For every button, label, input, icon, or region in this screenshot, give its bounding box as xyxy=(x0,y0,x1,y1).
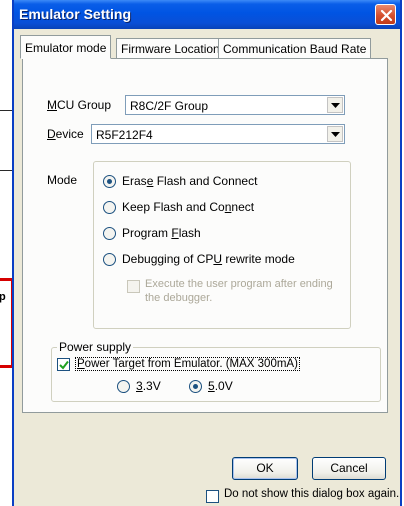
dont-show-again-checkbox[interactable] xyxy=(206,490,219,503)
device-select[interactable]: R5F212F4 xyxy=(91,124,345,144)
radio-button[interactable] xyxy=(103,253,116,266)
tab-label: Communication Baud Rate xyxy=(223,42,367,56)
device-label: Device xyxy=(47,127,84,141)
radio-label: Program Flash xyxy=(122,226,201,240)
execute-after-debug-label: Execute the user program after ending xyxy=(145,278,333,290)
radio-label: Debugging of CPU rewrite mode xyxy=(122,252,295,266)
emulator-setting-dialog: Emulator Setting Emulator mode Firmware … xyxy=(12,0,402,506)
mode-label: Mode xyxy=(47,173,78,187)
close-button[interactable] xyxy=(375,4,396,25)
power-target-checkbox[interactable] xyxy=(57,358,70,371)
execute-after-debug-checkbox xyxy=(127,280,140,293)
radio-button[interactable] xyxy=(103,201,116,214)
execute-after-debug-label-cont: the debugger. xyxy=(145,292,213,304)
radio-label: 3.3V xyxy=(136,379,161,393)
ok-button[interactable]: OK xyxy=(232,457,298,480)
radio-label: Keep Flash and Connect xyxy=(122,200,255,214)
checkmark-icon xyxy=(59,360,69,370)
dont-show-again-label: Do not show this dialog box again. xyxy=(224,488,400,500)
tab-communication-baud-rate[interactable]: Communication Baud Rate xyxy=(218,38,372,58)
mcu-group-label: MCU Group xyxy=(47,98,112,112)
chevron-down-icon xyxy=(331,103,340,108)
mcu-group-select[interactable]: R8C/2F Group xyxy=(125,95,345,115)
dropdown-button[interactable] xyxy=(327,126,343,142)
dropdown-button[interactable] xyxy=(327,97,343,113)
radio-button[interactable] xyxy=(103,227,116,240)
chevron-down-icon xyxy=(331,132,340,137)
radio-button[interactable] xyxy=(103,175,116,188)
device-value: R5F212F4 xyxy=(96,128,153,142)
tab-label: Firmware Location xyxy=(121,42,220,56)
tab-emulator-mode[interactable]: Emulator mode xyxy=(20,35,112,59)
radio-label: Erase Flash and Connect xyxy=(122,174,258,188)
power-supply-label: Power supply xyxy=(57,340,134,354)
mcu-group-value: R8C/2F Group xyxy=(130,99,209,113)
title-bar[interactable]: Emulator Setting xyxy=(14,0,400,29)
radio-label: 5.0V xyxy=(208,379,233,393)
annotation-fragment: p xyxy=(0,291,6,303)
tab-label: Emulator mode xyxy=(25,41,107,55)
close-icon xyxy=(380,9,393,22)
radio-button[interactable] xyxy=(189,380,202,393)
tab-panel: MCU Group R8C/2F Group Device R5F212F4 M… xyxy=(22,58,388,413)
radio-button[interactable] xyxy=(117,380,130,393)
cancel-button[interactable]: Cancel xyxy=(312,457,386,480)
power-supply-group xyxy=(51,347,381,402)
tab-firmware-location[interactable]: Firmware Location xyxy=(116,38,225,58)
power-target-label: Power Target from Emulator. (MAX 300mA) xyxy=(75,357,300,371)
window-title: Emulator Setting xyxy=(19,6,132,22)
